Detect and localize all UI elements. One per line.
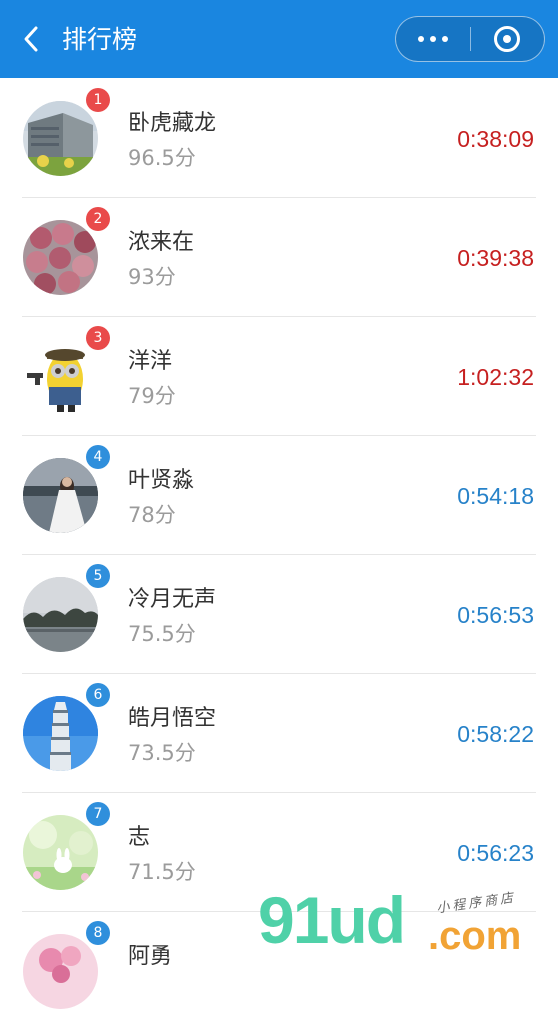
rank-badge: 7 — [86, 802, 110, 826]
rank-badge: 8 — [86, 921, 110, 945]
ranking-row[interactable]: 5 冷月无声 75.5分 0:56:53 — [0, 555, 558, 674]
user-name: 洋洋 — [128, 349, 173, 374]
rank-badge: 4 — [86, 445, 110, 469]
watermark-logo: 91ud — [258, 883, 406, 957]
completion-time: 0:58:22 — [457, 721, 534, 747]
user-score: 75.5分 — [128, 622, 196, 646]
capsule-menu — [395, 16, 545, 62]
watermark-domain: .com — [428, 914, 522, 958]
completion-time: 0:56:53 — [457, 602, 534, 628]
user-score: 79分 — [128, 384, 176, 408]
user-name: 阿勇 — [128, 944, 173, 969]
user-name: 叶贤淼 — [128, 468, 195, 493]
avatar — [23, 934, 98, 1009]
user-name: 志 — [128, 825, 151, 850]
ranking-row[interactable]: 1 卧虎藏龙 96.5分 0:38:09 — [0, 79, 558, 198]
rank-badge: 1 — [86, 88, 110, 112]
ranking-row[interactable]: 3 洋洋 79分 1:02:32 — [0, 317, 558, 436]
avatar — [23, 220, 98, 295]
avatar — [23, 458, 98, 533]
user-name: 浓来在 — [128, 230, 195, 255]
user-score: 78分 — [128, 503, 176, 527]
ranking-row[interactable]: 4 叶贤淼 78分 0:54:18 — [0, 436, 558, 555]
completion-time: 0:38:09 — [457, 126, 534, 152]
navigation-bar: 排行榜 — [0, 0, 558, 78]
rank-badge: 5 — [86, 564, 110, 588]
completion-time: 0:39:38 — [457, 245, 534, 271]
more-icon[interactable] — [396, 17, 470, 61]
completion-time: 0:56:23 — [457, 840, 534, 866]
completion-time: 1:02:32 — [457, 364, 534, 390]
rank-badge: 3 — [86, 326, 110, 350]
avatar — [23, 696, 98, 771]
user-score: 71.5分 — [128, 860, 196, 884]
close-miniprogram-icon[interactable] — [471, 17, 544, 61]
page-title: 排行榜 — [62, 25, 138, 54]
user-score: 96.5分 — [128, 146, 196, 170]
user-score: 73.5分 — [128, 741, 196, 765]
completion-time: 0:54:18 — [457, 483, 534, 509]
user-name: 皓月悟空 — [128, 706, 217, 731]
avatar — [23, 339, 98, 414]
user-name: 冷月无声 — [128, 587, 217, 612]
avatar — [23, 101, 98, 176]
avatar — [23, 577, 98, 652]
user-name: 卧虎藏龙 — [128, 111, 217, 136]
rank-badge: 6 — [86, 683, 110, 707]
ranking-row[interactable]: 2 浓来在 93分 0:39:38 — [0, 198, 558, 317]
ranking-row[interactable]: 6 皓月悟空 73.5分 0:58:22 — [0, 674, 558, 793]
rank-badge: 2 — [86, 207, 110, 231]
avatar — [23, 815, 98, 890]
site-watermark: 91ud .com 小程序商店 — [258, 884, 558, 960]
back-arrow-icon[interactable] — [18, 24, 48, 54]
watermark-tagline: 小程序商店 — [435, 890, 517, 917]
user-score: 93分 — [128, 265, 176, 289]
